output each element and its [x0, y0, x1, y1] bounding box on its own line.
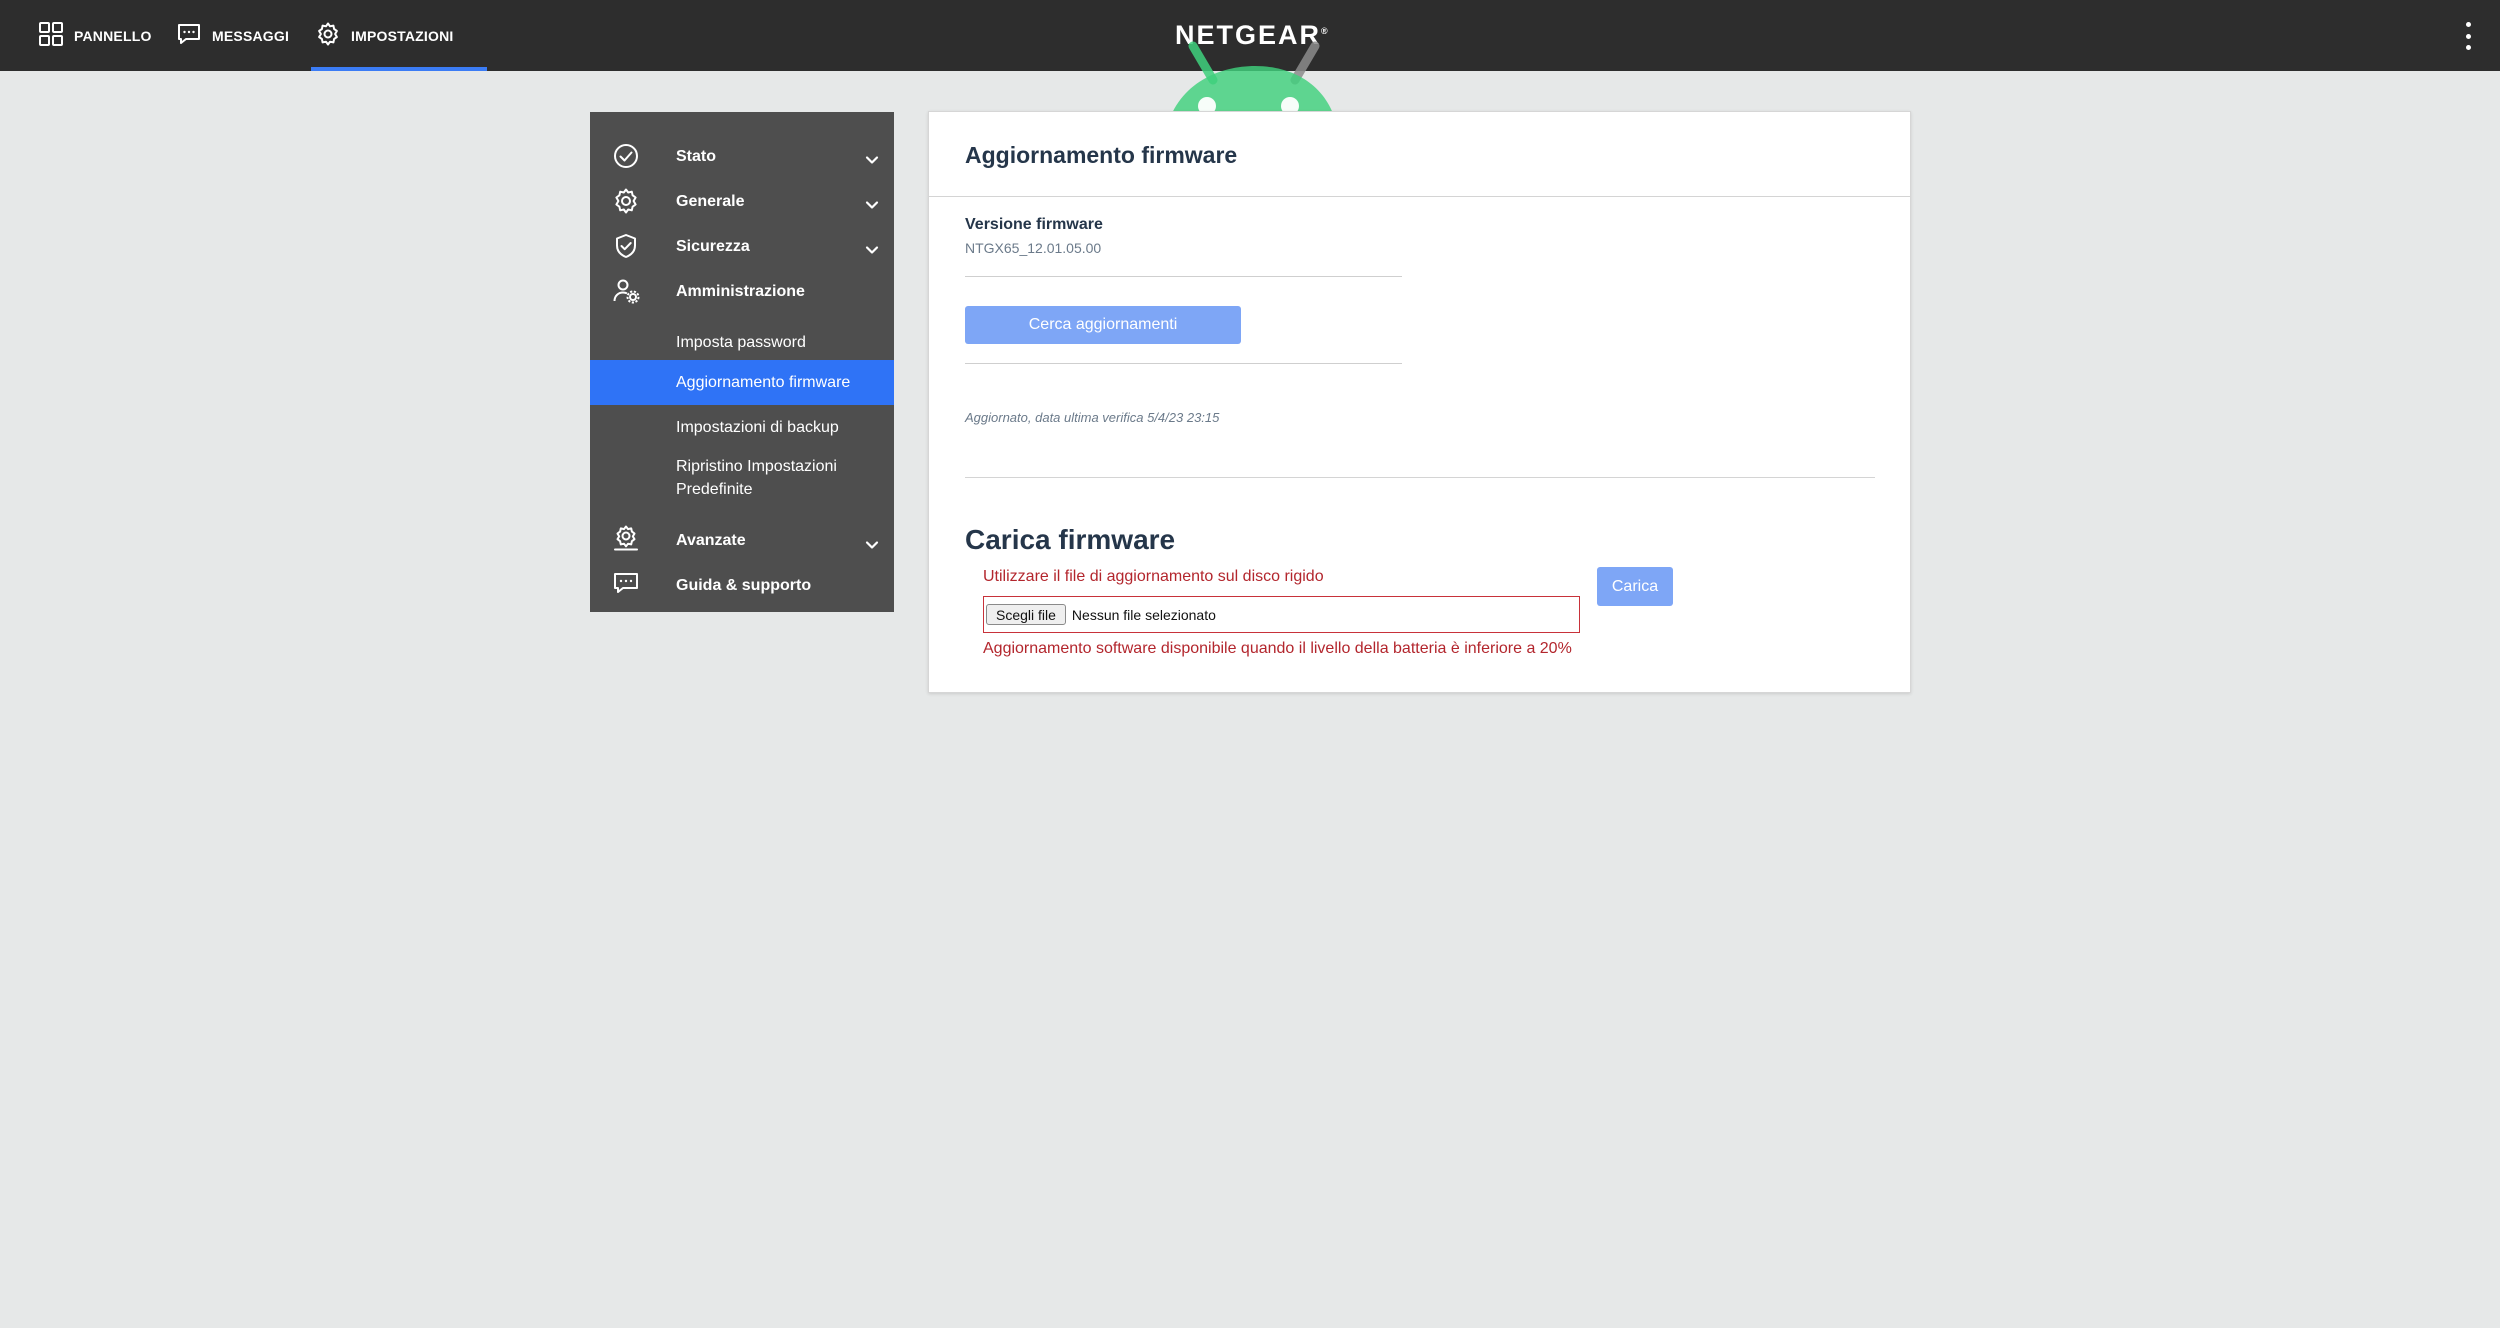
sidebar-item-guida-supporto[interactable]: Guida & supporto: [590, 569, 894, 609]
sidebar-subitem-label: Aggiornamento firmware: [676, 374, 851, 391]
sidebar-item-avanzate[interactable]: Avanzate: [590, 524, 894, 564]
sidebar-item-generale[interactable]: Generale: [590, 185, 894, 225]
check-updates-button[interactable]: Cerca aggiornamenti: [965, 306, 1241, 344]
check-circle-icon: [612, 142, 640, 170]
gear-icon: [315, 21, 341, 50]
chat-icon: [176, 21, 202, 50]
brand-registered-mark: ®: [1321, 26, 1328, 36]
upload-hint-text: Utilizzare il file di aggiornamento sul …: [983, 568, 1324, 585]
tab-label: PANNELLO: [74, 27, 152, 44]
file-input[interactable]: Scegli file Nessun file selezionato: [983, 596, 1580, 633]
dashboard-grid-icon: [38, 21, 64, 50]
sidebar-item-label: Generale: [676, 193, 745, 210]
sidebar-subitem-imposta-password[interactable]: Imposta password: [590, 320, 894, 365]
chevron-down-icon: [864, 152, 880, 168]
sidebar-item-label: Sicurezza: [676, 238, 750, 255]
sidebar-subitem-aggiornamento-firmware[interactable]: Aggiornamento firmware: [590, 360, 894, 405]
gear-icon: [612, 187, 640, 215]
upload-section-title: Carica firmware: [965, 524, 1176, 555]
file-status-text: Nessun file selezionato: [1071, 606, 1216, 623]
sidebar-item-label: Stato: [676, 148, 716, 165]
settings-sidebar: Stato Generale Sicurezza Amministrazione…: [590, 112, 894, 612]
tab-pannello[interactable]: PANNELLO: [38, 0, 152, 71]
sidebar-item-sicurezza[interactable]: Sicurezza: [590, 230, 894, 270]
upload-button[interactable]: Carica: [1597, 567, 1673, 606]
sidebar-subitem-label: Imposta password: [676, 334, 806, 351]
choose-file-button[interactable]: Scegli file: [986, 604, 1066, 625]
netgear-logo: NETGEAR®: [1175, 20, 1328, 51]
chevron-down-icon: [864, 242, 880, 258]
sidebar-item-label: Avanzate: [676, 532, 746, 549]
battery-warning-text: Aggiornamento software disponibile quand…: [983, 640, 1572, 657]
last-check-status: Aggiornato, data ultima verifica 5/4/23 …: [965, 410, 1220, 425]
firmware-update-panel: Aggiornamento firmware Versione firmware…: [928, 111, 1911, 693]
tab-label: IMPOSTAZIONI: [351, 27, 454, 44]
advanced-gear-icon: [612, 524, 640, 552]
sidebar-subitem-ripristino[interactable]: Ripristino Impostazioni Predefinite: [590, 450, 894, 514]
kebab-menu-icon[interactable]: [2462, 22, 2474, 50]
firmware-version-value: NTGX65_12.01.05.00: [965, 240, 1102, 256]
sidebar-subitem-impostazioni-backup[interactable]: Impostazioni di backup: [590, 405, 894, 450]
title-divider: [929, 196, 1910, 197]
chat-support-icon: [612, 569, 640, 597]
divider: [965, 363, 1402, 364]
sidebar-item-stato[interactable]: Stato: [590, 140, 894, 180]
tab-label: MESSAGGI: [212, 27, 290, 44]
page-title: Aggiornamento firmware: [965, 142, 1238, 168]
sidebar-item-label: Amministrazione: [676, 283, 805, 300]
chevron-down-icon: [864, 537, 880, 553]
section-divider: [965, 477, 1875, 478]
shield-check-icon: [612, 232, 640, 260]
sidebar-item-label: Guida & supporto: [676, 577, 812, 594]
brand-name: NETGEAR: [1175, 20, 1322, 50]
firmware-version-label: Versione firmware: [965, 216, 1103, 233]
sidebar-subitem-label: Impostazioni di backup: [676, 419, 839, 436]
chevron-down-icon: [864, 197, 880, 213]
tab-impostazioni[interactable]: IMPOSTAZIONI: [311, 0, 488, 71]
tab-messaggi[interactable]: MESSAGGI: [176, 0, 289, 71]
sidebar-item-amministrazione[interactable]: Amministrazione: [590, 275, 894, 315]
divider: [965, 276, 1402, 277]
top-bar: PANNELLO MESSAGGI IMPOSTAZIONI NETGEAR®: [0, 0, 2500, 71]
user-gear-icon: [612, 277, 640, 305]
sidebar-subitem-label: Ripristino Impostazioni Predefinite: [676, 458, 837, 498]
